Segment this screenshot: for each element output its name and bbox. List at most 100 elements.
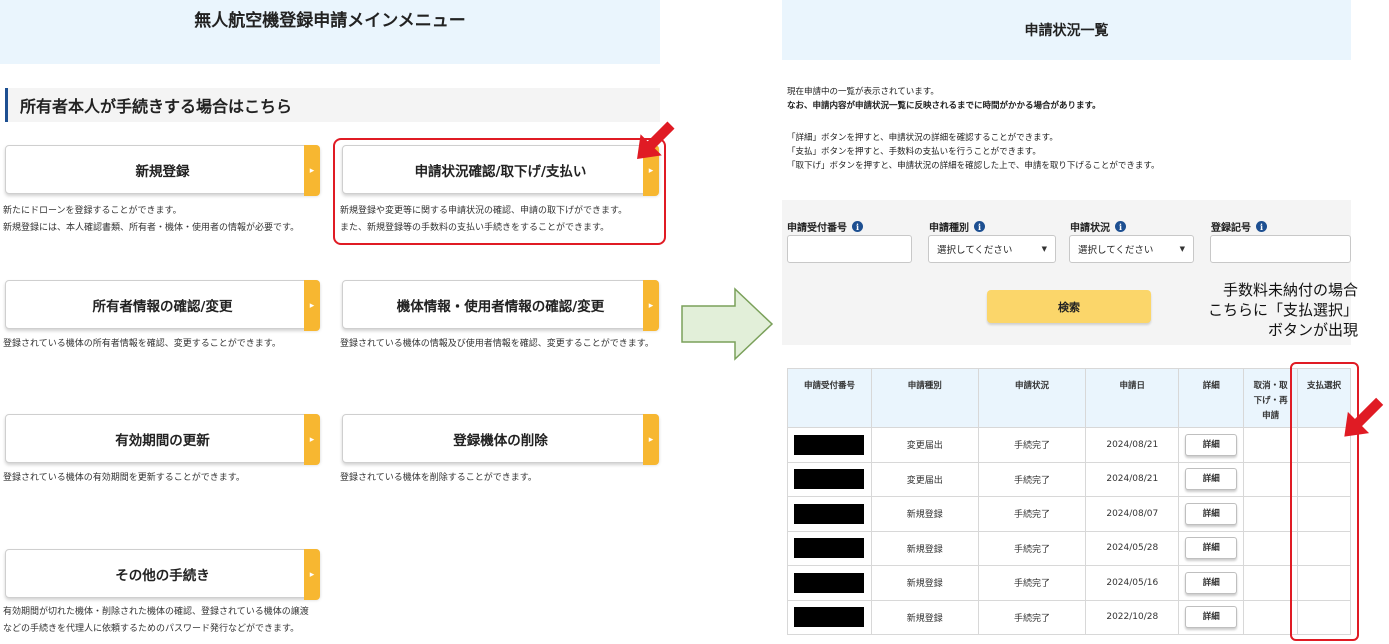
delete-aircraft-label: 登録機体の削除 <box>453 432 548 449</box>
owner-section-heading-text: 所有者本人が手続きする場合はこちら <box>20 97 293 116</box>
other-procedures-button[interactable]: その他の手続き ▸ <box>5 549 320 600</box>
redacted-block <box>794 434 865 455</box>
info-icon[interactable]: i <box>1256 221 1267 232</box>
date-cell: 2024/05/28 <box>1085 530 1180 566</box>
detail-button[interactable]: 詳細 <box>1185 606 1238 629</box>
detail-button[interactable]: 詳細 <box>1185 571 1238 594</box>
desc-line: 登録されている機体の有効期間を更新することができます。 <box>3 473 245 483</box>
label-text: 申請受付番号 <box>787 223 847 234</box>
desc-line: 登録されている機体の情報及び使用者情報を確認、変更することができます。 <box>340 339 654 349</box>
type-cell: 新規登録 <box>870 599 979 635</box>
search-button-label: 検索 <box>1058 300 1080 314</box>
detail-cell: 詳細 <box>1178 565 1245 601</box>
chevron-right-icon: ▸ <box>304 280 320 331</box>
type-cell: 変更届出 <box>870 461 979 497</box>
col-header: 申請受付番号 <box>787 368 872 428</box>
application-status-field-label: 申請状況 i <box>1070 219 1126 234</box>
detail-button[interactable]: 詳細 <box>1185 468 1238 491</box>
caret-down-icon: ▼ <box>1041 245 1047 253</box>
desc-line: 登録されている機体を削除することができます。 <box>340 473 537 483</box>
receipt-number-cell <box>787 565 872 601</box>
main-menu-title: 無人航空機登録申請メインメニュー <box>0 0 660 64</box>
renew-validity-button[interactable]: 有効期間の更新 ▸ <box>5 414 320 465</box>
info-line: 「取下げ」ボタンを押すと、申請状況の詳細を確認した上で、申請を取り下げることがで… <box>787 161 1160 171</box>
other-procedures-desc: 有効期間が切れた機体・削除された機体の確認、登録されている機体の譲渡 などの手続… <box>3 604 309 638</box>
select-value: 選択してください <box>937 245 1013 256</box>
caret-down-icon: ▼ <box>1179 245 1185 253</box>
col-header: 申請状況 <box>977 368 1087 428</box>
application-status-button[interactable]: 申請状況確認/取下げ/支払い ▸ <box>342 145 659 196</box>
redacted-block <box>794 607 865 628</box>
receipt-number-cell <box>787 530 872 566</box>
status-list-title: 申請状況一覧 <box>782 0 1351 60</box>
new-registration-desc: 新たにドローンを登録することができます。 新規登録には、本人確認書類、所有者・機… <box>3 203 299 237</box>
detail-cell: 詳細 <box>1178 461 1245 497</box>
desc-line: 有効期間が切れた機体・削除された機体の確認、登録されている機体の譲渡 <box>3 607 309 617</box>
chevron-right-icon: ▸ <box>304 145 320 196</box>
detail-button[interactable]: 詳細 <box>1185 537 1238 560</box>
detail-button[interactable]: 詳細 <box>1185 433 1238 456</box>
detail-cell: 詳細 <box>1178 496 1245 532</box>
desc-line: 新規登録や変更等に関する申請状況の確認、申請の取下げができます。 <box>340 206 628 216</box>
application-status-desc: 新規登録や変更等に関する申請状況の確認、申請の取下げができます。 また、新規登録… <box>340 203 627 237</box>
table-row: 新規登録 手続完了 2024/05/16 詳細 <box>787 565 1351 601</box>
receipt-number-cell <box>787 461 872 497</box>
desc-line: 新規登録には、本人確認書類、所有者・機体・使用者の情報が必要です。 <box>3 223 300 233</box>
info-icon[interactable]: i <box>852 221 863 232</box>
status-cell: 手続完了 <box>977 427 1087 463</box>
application-type-label: 申請種別 i <box>929 219 985 234</box>
status-cell: 手続完了 <box>977 530 1087 566</box>
chevron-right-icon: ▸ <box>304 549 320 600</box>
owner-info-button[interactable]: 所有者情報の確認/変更 ▸ <box>5 280 320 331</box>
search-button[interactable]: 検索 <box>987 290 1151 323</box>
owner-info-desc: 登録されている機体の所有者情報を確認、変更することができます。 <box>3 336 281 353</box>
table-row: 新規登録 手続完了 2022/10/28 詳細 <box>787 599 1351 635</box>
chevron-right-icon: ▸ <box>643 414 659 465</box>
receipt-number-input[interactable] <box>787 235 912 263</box>
main-menu-title-text: 無人航空機登録申請メインメニュー <box>194 10 466 31</box>
status-table: 申請受付番号 申請種別 申請状況 申請日 詳細 取消・取 下げ・再 申請 支払選… <box>787 368 1351 635</box>
info-line: なお、申請内容が申請状況一覧に反映されるまでに時間がかかる場合があります。 <box>787 101 1101 111</box>
type-cell: 新規登録 <box>870 496 979 532</box>
renew-validity-label: 有効期間の更新 <box>115 432 210 449</box>
aircraft-user-info-label: 機体情報・使用者情報の確認/変更 <box>396 298 605 315</box>
payment-note: 手数料未納付の場合 こちらに「支払選択」 ボタンが出現 <box>1170 280 1358 340</box>
new-registration-button[interactable]: 新規登録 ▸ <box>5 145 320 196</box>
application-type-select[interactable]: 選択してください ▼ <box>928 235 1056 263</box>
registration-code-input[interactable] <box>1210 235 1351 263</box>
info-icon[interactable]: i <box>1115 221 1126 232</box>
type-cell: 新規登録 <box>870 565 979 601</box>
renew-validity-desc: 登録されている機体の有効期間を更新することができます。 <box>3 470 245 487</box>
note-line: こちらに「支払選択」 <box>1207 301 1358 319</box>
type-cell: 変更届出 <box>870 427 979 463</box>
detail-cell: 詳細 <box>1178 599 1245 635</box>
label-text: 申請状況 <box>1070 223 1110 234</box>
redacted-block <box>794 503 865 524</box>
date-cell: 2024/08/07 <box>1085 496 1180 532</box>
redacted-block <box>794 469 865 490</box>
col-header: 申請日 <box>1085 368 1180 428</box>
delete-aircraft-desc: 登録されている機体を削除することができます。 <box>340 470 537 487</box>
note-line: 手数料未納付の場合 <box>1222 281 1358 299</box>
status-cell: 手続完了 <box>977 461 1087 497</box>
desc-line: また、新規登録等の手数料の支払い手続きをすることができます。 <box>340 223 610 233</box>
detail-cell: 詳細 <box>1178 427 1245 463</box>
status-cell: 手続完了 <box>977 496 1087 532</box>
type-cell: 新規登録 <box>870 530 979 566</box>
label-text: 申請種別 <box>929 223 969 234</box>
date-cell: 2024/08/21 <box>1085 461 1180 497</box>
delete-aircraft-button[interactable]: 登録機体の削除 ▸ <box>342 414 659 465</box>
detail-button[interactable]: 詳細 <box>1185 502 1238 525</box>
table-row: 新規登録 手続完了 2024/08/07 詳細 <box>787 496 1351 532</box>
chevron-right-icon: ▸ <box>643 280 659 331</box>
info-icon[interactable]: i <box>974 221 985 232</box>
desc-line: 登録されている機体の所有者情報を確認、変更することができます。 <box>3 339 281 349</box>
aircraft-user-info-desc: 登録されている機体の情報及び使用者情報を確認、変更することができます。 <box>340 336 654 353</box>
info-line: 「支払」ボタンを押すと、手数料の支払いを行うことができます。 <box>787 147 1041 157</box>
owner-info-label: 所有者情報の確認/変更 <box>92 298 233 315</box>
owner-section-heading: 所有者本人が手続きする場合はこちら <box>5 88 660 122</box>
chevron-right-icon: ▸ <box>304 414 320 465</box>
aircraft-user-info-button[interactable]: 機体情報・使用者情報の確認/変更 ▸ <box>342 280 659 331</box>
desc-line: などの手続きを代理人に依頼するためのパスワード発行などができます。 <box>3 624 300 634</box>
application-status-select[interactable]: 選択してください ▼ <box>1069 235 1194 263</box>
